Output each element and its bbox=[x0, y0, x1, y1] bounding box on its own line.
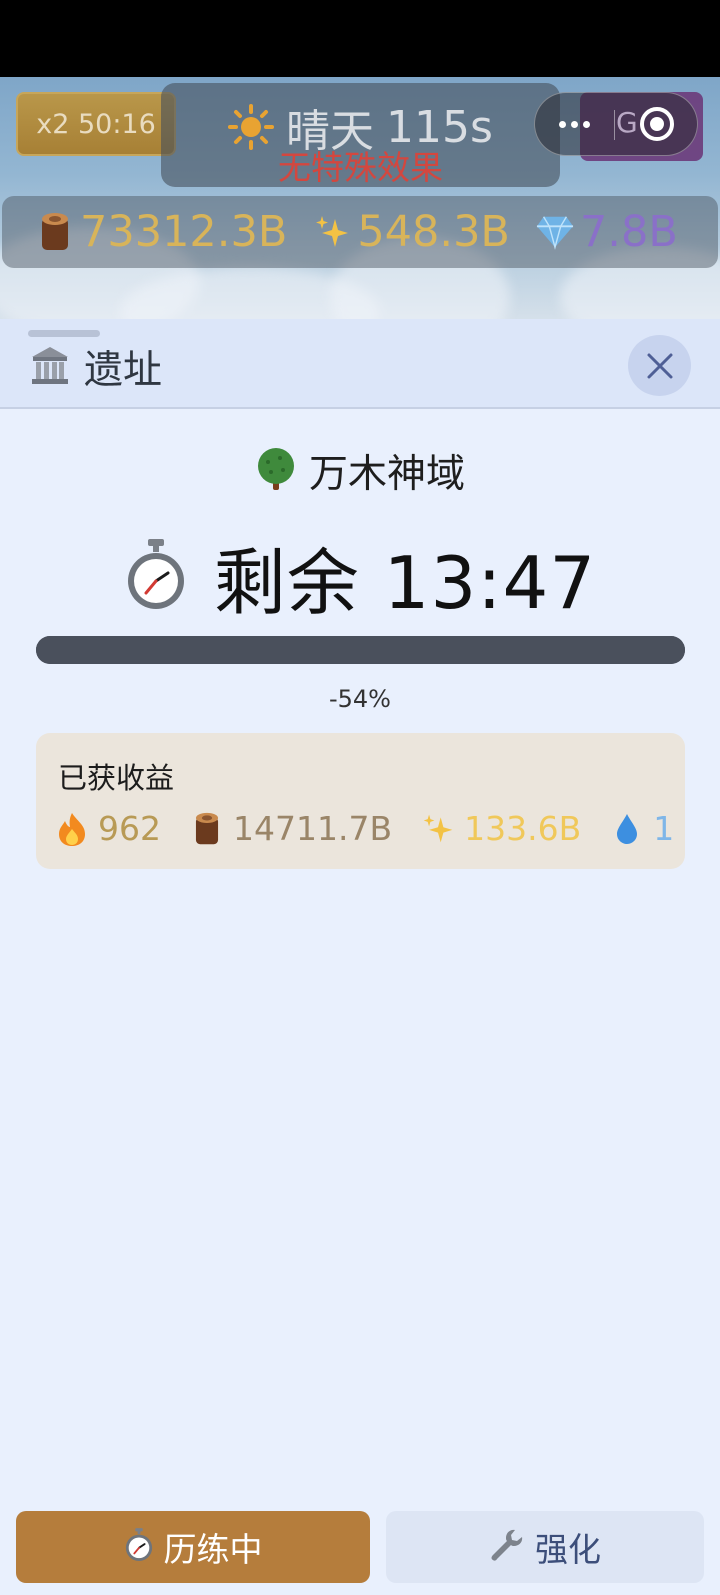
earnings-row: 962 14711.7B 133.6B 1 bbox=[54, 809, 702, 848]
sparkles-icon bbox=[313, 212, 351, 252]
game-hud: x2 50:16 晴天 115s 无特殊效果 G 73312.3B 548.3B… bbox=[0, 77, 720, 319]
earning-sparkle: 133.6B bbox=[420, 809, 581, 848]
close-button[interactable] bbox=[628, 335, 691, 396]
close-miniprogram-icon[interactable] bbox=[640, 107, 674, 141]
diamond-icon bbox=[536, 212, 574, 252]
earnings-card: 已获收益 962 14711.7B 133.6B 1 bbox=[36, 733, 685, 869]
realm-name: 万木神域 bbox=[308, 452, 465, 497]
go-label: G bbox=[616, 106, 638, 139]
stopwatch-icon bbox=[124, 1528, 154, 1566]
training-label: 历练中 bbox=[163, 1530, 263, 1569]
earning-water: 1 bbox=[609, 809, 674, 848]
resource-diamond: 7.8B bbox=[536, 207, 678, 257]
sparkles-icon bbox=[420, 811, 456, 847]
wrench-icon bbox=[489, 1527, 525, 1567]
stopwatch-icon bbox=[124, 538, 188, 615]
capsule-divider bbox=[614, 110, 615, 140]
progress-fill bbox=[36, 636, 685, 664]
drag-handle[interactable] bbox=[28, 330, 100, 337]
weather-panel[interactable]: 晴天 115s 无特殊效果 bbox=[161, 83, 560, 187]
sparkle-amount: 548.3B bbox=[357, 207, 510, 257]
panel-title: 遗址 bbox=[84, 348, 163, 393]
countdown: 剩余 13:47 bbox=[0, 524, 720, 629]
sparkle-earned: 133.6B bbox=[464, 809, 582, 848]
water-drop-icon bbox=[609, 811, 645, 847]
wood-earned: 14711.7B bbox=[233, 809, 393, 848]
diamond-amount: 7.8B bbox=[579, 207, 678, 257]
earnings-title: 已获收益 bbox=[58, 761, 175, 795]
resource-bar: 73312.3B 548.3B 7.8B bbox=[2, 196, 718, 268]
close-icon bbox=[647, 353, 672, 378]
wood-log-icon bbox=[189, 811, 225, 847]
boost-timer: x2 50:16 bbox=[36, 108, 156, 140]
resource-sparkle: 548.3B bbox=[313, 207, 510, 257]
wood-amount: 73312.3B bbox=[80, 207, 288, 257]
fire-icon bbox=[54, 811, 90, 847]
double-boost-badge[interactable]: x2 50:16 bbox=[16, 92, 176, 156]
status-bar bbox=[0, 0, 720, 77]
wood-log-icon bbox=[36, 212, 74, 252]
fire-amount: 962 bbox=[98, 809, 161, 848]
realm-heading: 万木神域 bbox=[0, 443, 720, 499]
weather-effect: 无特殊效果 bbox=[278, 148, 443, 187]
earning-wood: 14711.7B bbox=[189, 809, 392, 848]
progress-label: -54% bbox=[328, 685, 391, 713]
training-button[interactable]: 历练中 bbox=[16, 1511, 370, 1583]
panel-header: 遗址 bbox=[0, 319, 720, 409]
water-earned: 1 bbox=[653, 809, 675, 848]
tree-icon bbox=[255, 446, 297, 496]
progress-bar bbox=[36, 636, 685, 664]
temple-icon bbox=[28, 343, 72, 387]
earning-fire: 962 bbox=[54, 809, 161, 848]
more-menu-icon[interactable] bbox=[552, 107, 596, 141]
countdown-text: 剩余 13:47 bbox=[213, 541, 597, 625]
enhance-button[interactable]: 强化 bbox=[386, 1511, 704, 1583]
resource-wood: 73312.3B bbox=[36, 207, 287, 257]
enhance-label: 强化 bbox=[535, 1530, 601, 1569]
